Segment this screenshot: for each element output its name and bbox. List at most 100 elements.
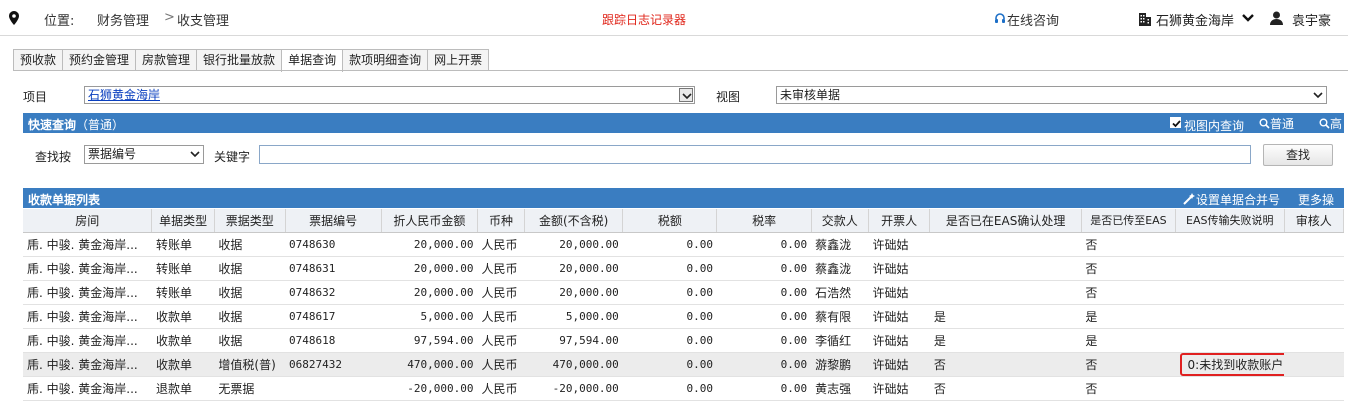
column-header[interactable]: 房间 [23,209,153,233]
table-row[interactable]: 乕. 中骏. 黄金海岸... 转账单 收据 0748630 20,000.00 人民币 20… [23,232,1344,257]
table-cell: 97,594.00 [381,328,478,353]
in-view-query-label: 视图内查询 [1184,119,1245,133]
column-header[interactable]: EAS传输失败说明 [1175,209,1285,233]
table-row[interactable]: 乕. 中骏. 黄金海岸... 退款单 无票据 -20,000.00 人民币 -20,000… [23,376,1344,401]
table-cell: 许础姑 [868,376,930,401]
table-cell: 5,000.00 [381,304,478,329]
table-cell: 人民币 [477,304,525,329]
column-header[interactable]: 金额(不含税) [524,209,624,233]
column-header[interactable]: 是否已传至EAS [1081,209,1177,233]
table-cell: 许础姑 [868,304,930,329]
column-header[interactable]: 票据编号 [285,209,382,233]
column-header[interactable]: 单据类型 [151,209,215,233]
set-merge-number-button[interactable]: 设置单据合并号 [1183,191,1280,208]
log-tracker-link[interactable]: 跟踪日志记录器 [602,11,686,28]
table-cell: 收据 [214,304,286,329]
table-cell: 0.00 [716,328,812,353]
table-cell: 0.00 [716,352,812,377]
table-cell: 20,000.00 [381,232,478,257]
table-cell: 0.00 [622,280,717,305]
column-header[interactable]: 审核人 [1284,209,1345,233]
building-icon [1139,13,1151,26]
column-header[interactable]: 币种 [477,209,526,233]
project-select[interactable]: 石狮黄金海岸 [84,86,695,104]
table-row[interactable]: 乕. 中骏. 黄金海岸... 收款单 收据 0748618 97,594.00 人民币 97… [23,328,1344,353]
column-header[interactable]: 开票人 [868,209,931,233]
search-button[interactable]: 查找 [1263,144,1333,166]
table-cell: 否 [929,376,1082,401]
breadcrumb-finance[interactable]: 财务管理 [97,10,149,29]
table-cell: 乕. 中骏. 黄金海岸... [23,328,152,353]
table-cell: 许础姑 [868,328,930,353]
table-cell: 0.00 [716,256,812,281]
column-header[interactable]: 票据类型 [214,209,286,233]
normal-search-link[interactable]: 普通 [1259,115,1294,132]
table-cell [1284,352,1344,377]
column-header[interactable]: 交款人 [811,209,869,233]
table-cell: 470,000.00 [381,352,478,377]
table-cell: 20,000.00 [524,280,623,305]
breadcrumb-income-expense: 收支管理 [177,14,230,29]
tab-document-query[interactable]: 单据查询 [281,49,344,72]
tab-advance-receipt[interactable]: 预收款 [13,49,64,71]
table-cell: 20,000.00 [381,280,478,305]
table-row[interactable]: 乕. 中骏. 黄金海岸... 转账单 收据 0748632 20,000.00 人民币 20… [23,280,1344,305]
table-cell: 06827432 [285,352,382,377]
table-cell: 人民币 [477,232,525,257]
quick-query-title: 快速查询 [28,118,77,132]
table-cell: 转账单 [151,280,215,305]
table-cell: 收款单 [151,352,215,377]
project-switcher[interactable]: 石狮黄金海岸 [1156,10,1234,29]
tab-house-payment[interactable]: 房款管理 [135,49,198,71]
find-by-select[interactable]: 票据编号 [84,145,204,164]
table-cell: 20,000.00 [381,256,478,281]
table-cell: 0.00 [622,352,717,377]
dropdown-arrow-icon[interactable] [679,88,693,102]
receipt-table: 房间 单据类型 票据类型 票据编号 折人民币金额 币种 金额(不含税) 税额 税… [23,209,1345,401]
table-row[interactable]: 乕. 中骏. 黄金海岸... 转账单 收据 0748631 20,000.00 人民币 20… [23,256,1344,281]
table-cell [1175,328,1285,353]
tab-bank-batch-loan[interactable]: 银行批量放款 [196,49,283,71]
tab-divider [13,70,1348,71]
table-cell: 0.00 [716,280,812,305]
table-cell: 游黎鹏 [811,352,869,377]
column-header[interactable]: 税额 [622,209,718,233]
table-cell: 0.00 [622,232,717,257]
table-cell: 是 [929,328,1082,353]
online-consult-link[interactable]: 在线咨询 [1007,10,1059,29]
column-header[interactable]: 折人民币金额 [381,209,478,233]
table-row[interactable]: 乕. 中骏. 黄金海岸... 收款单 增值税(普) 06827432 470,000.0… [23,352,1344,377]
table-cell: 0:未找到收款账户 [1175,352,1285,377]
table-row[interactable]: 乕. 中骏. 黄金海岸... 收款单 收据 0748617 5,000.00 人民币 5,0… [23,304,1344,329]
search-icon [1259,118,1270,129]
tab-payment-detail-query[interactable]: 款项明细查询 [342,49,429,71]
top-bar: 位置: 财务管理 > 收支管理 跟踪日志记录器 在线咨询 石狮黄金海岸 袁宇豪 [0,0,1348,36]
tab-booking-deposit[interactable]: 预约金管理 [62,49,137,71]
table-cell [1175,376,1285,401]
table-cell [1175,280,1285,305]
keyword-input[interactable] [259,145,1251,164]
column-header[interactable]: 税率 [716,209,812,233]
table-cell: 人民币 [477,328,525,353]
keyword-label: 关键字 [214,150,251,164]
table-cell: -20,000.00 [381,376,478,401]
table-cell: 97,594.00 [524,328,623,353]
dropdown-arrow-icon[interactable] [1311,88,1325,102]
view-select[interactable]: 未审核单据 [776,86,1327,104]
table-cell: 增值税(普) [214,352,286,377]
table-cell: 0.00 [716,232,812,257]
table-cell: 蔡有限 [811,304,869,329]
normal-search-label: 普通 [1270,117,1295,131]
dropdown-arrow-icon[interactable] [188,147,202,161]
user-name[interactable]: 袁宇豪 [1292,10,1331,29]
tab-online-invoice[interactable]: 网上开票 [427,49,490,71]
table-cell: 20,000.00 [524,232,623,257]
table-cell [1175,304,1285,329]
table-cell: 0748632 [285,280,382,305]
chevron-down-icon[interactable] [1241,12,1255,24]
quick-query-mode: （普通） [76,118,125,132]
view-label: 视图 [716,90,741,104]
in-view-query-checkbox[interactable] [1170,117,1181,128]
column-header[interactable]: 是否已在EAS确认处理 [929,209,1082,233]
table-cell: 0.00 [716,376,812,401]
